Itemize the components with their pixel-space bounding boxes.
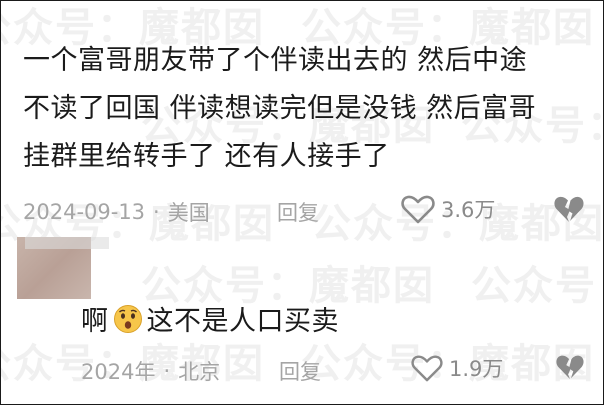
reply-button[interactable]: 回复 [279, 356, 321, 386]
surprised-face-icon [113, 304, 142, 333]
like-count: 1.9万 [449, 357, 504, 381]
reply-button[interactable]: 回复 [277, 197, 319, 227]
broken-heart-icon [554, 196, 584, 222]
meta-separator: · [153, 200, 160, 224]
reply-date: 2024年 [81, 360, 156, 384]
dislike-button[interactable] [555, 353, 585, 385]
meta-separator: · [163, 359, 171, 383]
reply-text: 这不是人口买卖 [146, 306, 339, 337]
dislike-button[interactable] [553, 194, 585, 228]
heart-icon [411, 355, 443, 382]
comment-body: 一个富哥朋友带了个伴读出去的 然后中途 不读了回国 伴读想读完但是没钱 然后富哥… [23, 37, 536, 181]
reply-body: 啊 这不是人口买卖 [81, 299, 339, 338]
like-button[interactable]: 1.9万 [411, 353, 503, 383]
like-button[interactable]: 3.6万 [401, 194, 495, 224]
comment-line: 一个富哥朋友带了个伴读出去的 然后中途 [23, 45, 528, 76]
comment-meta: 2024-09-13 · 美国 [23, 197, 210, 227]
reply-meta: 2024年 · 北京 [81, 356, 220, 386]
comment-location: 美国 [167, 201, 210, 225]
reply-text: 啊 [81, 306, 109, 337]
comment-line: 挂群里给转手了 还有人接手了 [23, 141, 390, 172]
comment-date: 2024-09-13 [23, 200, 146, 224]
like-count: 3.6万 [441, 198, 496, 222]
comment-line: 不读了回国 伴读想读完但是没钱 然后富哥 [23, 93, 537, 124]
heart-icon [401, 195, 435, 224]
screenshot-frame: 公众号：魔都囡 公众号：魔都囡 公众号：魔都囡 公众号：魔都囡 公众号：魔都囡 … [0, 0, 604, 405]
reply-location: 北京 [178, 360, 221, 384]
watermark: 公众号：魔都囡 [471, 263, 603, 309]
broken-heart-icon [556, 355, 584, 380]
username-blur [25, 237, 109, 249]
